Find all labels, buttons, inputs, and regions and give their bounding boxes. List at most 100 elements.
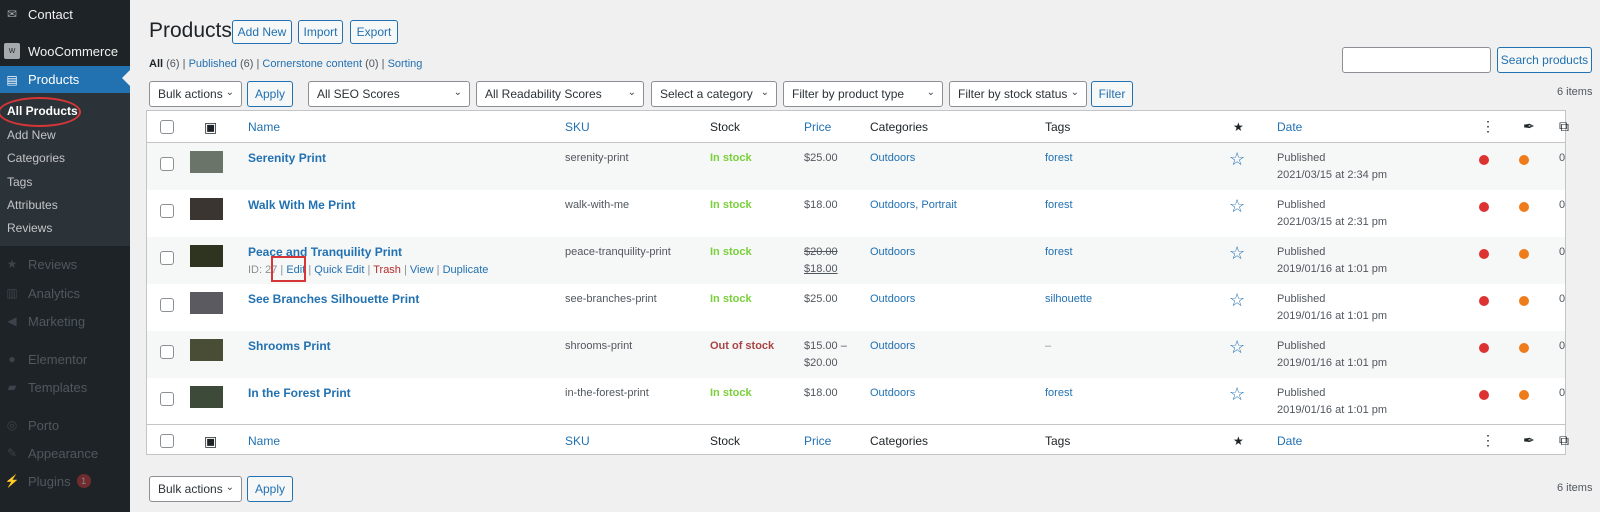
product-name-link[interactable]: Serenity Print <box>248 151 326 165</box>
product-tags[interactable]: forest <box>1045 387 1073 399</box>
product-name-link[interactable]: Shrooms Print <box>248 339 331 353</box>
column-name[interactable]: Name <box>248 120 280 134</box>
menu-porto[interactable]: ◎ Porto <box>0 415 130 435</box>
view-cornerstone[interactable]: Cornerstone content <box>262 58 362 70</box>
product-tags[interactable]: forest <box>1045 152 1073 164</box>
quick-edit-link[interactable]: Quick Edit <box>314 264 364 276</box>
menu-woocommerce[interactable]: W WooCommerce <box>0 40 130 62</box>
row-checkbox[interactable] <box>160 345 174 359</box>
submenu-tags[interactable]: Tags <box>7 175 32 189</box>
menu-label: Products <box>28 72 80 87</box>
featured-star-icon[interactable]: ☆ <box>1229 197 1245 215</box>
apply-button-bottom[interactable]: Apply <box>247 476 293 502</box>
column-price[interactable]: Price <box>804 120 831 134</box>
menu-templates[interactable]: ▰ Templates <box>0 377 130 397</box>
filter-button[interactable]: Filter <box>1091 81 1133 107</box>
search-input[interactable] <box>1342 47 1491 73</box>
product-categories[interactable]: Outdoors <box>870 293 915 305</box>
column-tags: Tags <box>1045 120 1071 134</box>
readability-select[interactable]: All Readability Scores ⌄ <box>476 81 644 107</box>
seo-score-select[interactable]: All SEO Scores ⌄ <box>308 81 470 107</box>
product-name-link[interactable]: See Branches Silhouette Print <box>248 292 419 306</box>
column-date[interactable]: Date <box>1277 434 1302 448</box>
product-name-link[interactable]: In the Forest Print <box>248 386 351 400</box>
menu-plugins[interactable]: ⚡ Plugins 1 <box>0 471 130 491</box>
chevron-down-icon: ⌄ <box>225 87 234 98</box>
duplicate-link[interactable]: Duplicate <box>443 264 489 276</box>
product-categories[interactable]: Outdoors, Portrait <box>870 199 957 211</box>
product-categories[interactable]: Outdoors <box>870 340 915 352</box>
chart-icon: ▥ <box>6 286 18 300</box>
row-checkbox[interactable] <box>160 204 174 218</box>
product-categories[interactable]: Outdoors <box>870 152 915 164</box>
category-select[interactable]: Select a category ⌄ <box>651 81 777 107</box>
product-name-link[interactable]: Walk With Me Print <box>248 198 355 212</box>
product-categories[interactable]: Outdoors <box>870 387 915 399</box>
add-new-button[interactable]: Add New <box>232 20 292 44</box>
column-featured-star[interactable]: ★ <box>1233 434 1244 448</box>
readability-score-dot <box>1519 155 1529 165</box>
select-value: All Readability Scores <box>485 87 602 101</box>
column-price[interactable]: Price <box>804 434 831 448</box>
product-thumbnail[interactable] <box>190 198 223 220</box>
select-all-checkbox[interactable] <box>160 434 174 448</box>
table-row: Walk With Me Print walk-with-me In stock $1… <box>147 190 1565 237</box>
search-products-button[interactable]: Search products <box>1497 47 1592 73</box>
featured-star-icon[interactable]: ☆ <box>1229 385 1245 403</box>
view-all[interactable]: All <box>149 58 163 70</box>
stock-status: Out of stock <box>710 340 775 352</box>
view-link[interactable]: View <box>410 264 434 276</box>
product-thumbnail[interactable] <box>190 151 223 173</box>
menu-appearance[interactable]: ✎ Appearance <box>0 443 130 463</box>
view-published[interactable]: Published <box>189 58 237 70</box>
stock-status: In stock <box>710 246 752 258</box>
bulk-actions-select[interactable]: Bulk actions ⌄ <box>149 81 242 107</box>
row-checkbox[interactable] <box>160 251 174 265</box>
regular-price: $20.00 <box>804 246 838 258</box>
submenu-add-new[interactable]: Add New <box>7 128 56 142</box>
row-checkbox[interactable] <box>160 157 174 171</box>
submenu-reviews[interactable]: Reviews <box>7 221 52 235</box>
featured-star-icon[interactable]: ☆ <box>1229 150 1245 168</box>
menu-reviews[interactable]: ★ Reviews <box>0 254 130 274</box>
product-type-select[interactable]: Filter by product type ⌄ <box>783 81 943 107</box>
stock-status-select[interactable]: Filter by stock status ⌄ <box>949 81 1087 107</box>
featured-star-icon[interactable]: ☆ <box>1229 244 1245 262</box>
column-sku[interactable]: SKU <box>565 120 590 134</box>
product-thumbnail[interactable] <box>190 292 223 314</box>
view-sorting[interactable]: Sorting <box>388 58 423 70</box>
menu-analytics[interactable]: ▥ Analytics <box>0 283 130 303</box>
row-checkbox[interactable] <box>160 298 174 312</box>
menu-marketing[interactable]: ◀ Marketing <box>0 311 130 331</box>
column-name[interactable]: Name <box>248 434 280 448</box>
trash-link[interactable]: Trash <box>373 264 401 276</box>
export-button[interactable]: Export <box>350 20 398 44</box>
product-tags[interactable]: silhouette <box>1045 293 1092 305</box>
folder-icon: ▰ <box>7 380 17 394</box>
featured-star-icon[interactable]: ☆ <box>1229 291 1245 309</box>
select-all-checkbox[interactable] <box>160 120 174 134</box>
apply-button[interactable]: Apply <box>247 81 293 107</box>
submenu-attributes[interactable]: Attributes <box>7 198 58 212</box>
seo-score-dot <box>1479 390 1489 400</box>
bulk-actions-select-bottom[interactable]: Bulk actions ⌄ <box>149 476 242 502</box>
row-checkbox[interactable] <box>160 392 174 406</box>
column-featured-star[interactable]: ★ <box>1233 120 1244 134</box>
table-header: ▣ Name SKU Stock Price Categories Tags ★… <box>147 111 1569 143</box>
product-tags[interactable]: forest <box>1045 199 1073 211</box>
submenu-categories[interactable]: Categories <box>7 151 65 165</box>
menu-elementor[interactable]: ● Elementor <box>0 349 130 369</box>
product-thumbnail[interactable] <box>190 245 223 267</box>
product-thumbnail[interactable] <box>190 386 223 408</box>
product-tags[interactable]: forest <box>1045 246 1073 258</box>
seo-score-dot <box>1479 155 1489 165</box>
import-button[interactable]: Import <box>298 20 343 44</box>
product-categories[interactable]: Outdoors <box>870 246 915 258</box>
menu-contact[interactable]: ✉ Contact <box>0 4 130 24</box>
column-sku[interactable]: SKU <box>565 434 590 448</box>
featured-star-icon[interactable]: ☆ <box>1229 338 1245 356</box>
star-icon: ★ <box>6 257 18 271</box>
product-thumbnail[interactable] <box>190 339 223 361</box>
column-date[interactable]: Date <box>1277 120 1302 134</box>
menu-products[interactable]: ▤ Products <box>0 66 130 93</box>
